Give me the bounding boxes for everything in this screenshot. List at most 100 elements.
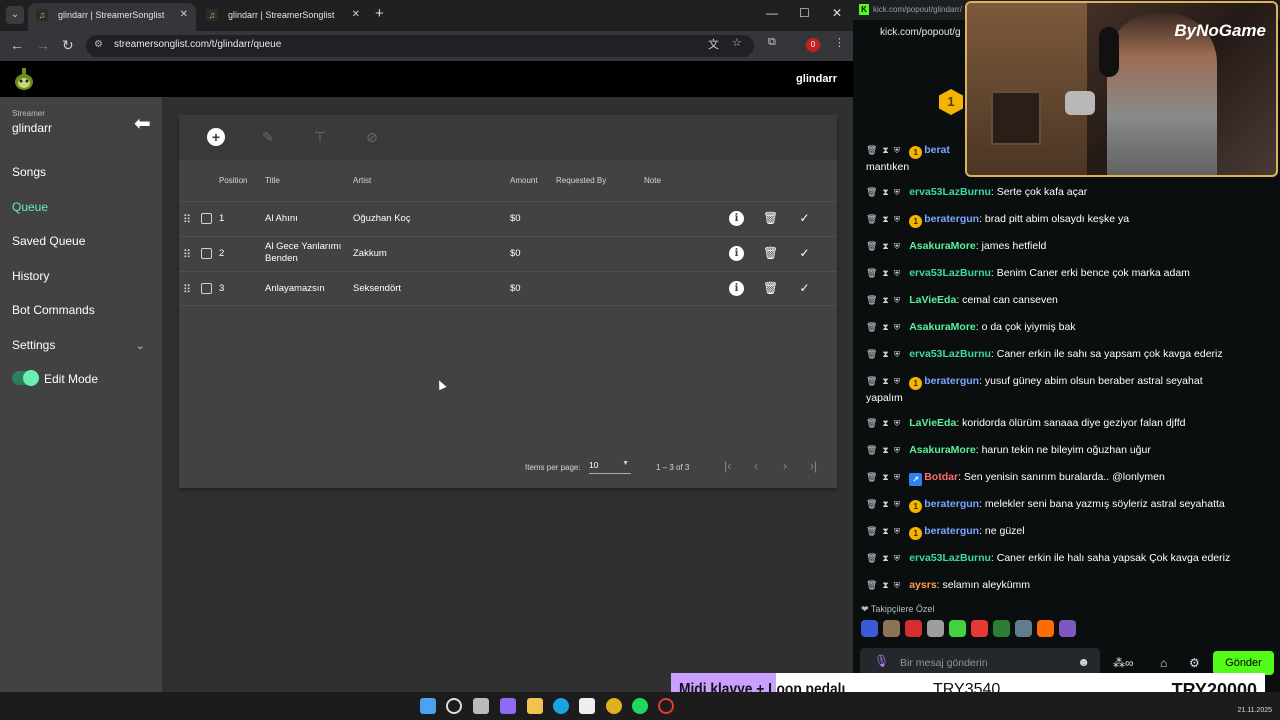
column-header-amount[interactable]: Amount [510,176,538,185]
chrome-icon[interactable] [606,698,622,714]
app-logo[interactable] [12,66,36,92]
table-row[interactable]: ⠿ 2 Al Gece Yanlarımı Benden Zakkum $0 i… [179,236,837,271]
row-checkbox[interactable] [201,248,212,259]
table-row[interactable]: ⠿ 1 Al Ahını Oğuzhan Koç $0 i 🗑 ✓ [179,201,837,236]
chat-username[interactable]: LaVieEda [909,294,956,306]
chat-username[interactable]: AsakuraMore [909,240,976,252]
mod-action-icons[interactable]: 🗑⧗⛨ [866,580,905,590]
chat-username[interactable]: erva53LazBurnu [909,552,991,564]
mod-action-icons[interactable]: 🗑⧗⛨ [866,349,905,359]
bookmark-star-icon[interactable]: ☆ [732,36,742,49]
sidebar-item-saved-queue[interactable]: Saved Queue [12,234,85,248]
chat-username[interactable]: beratergun [924,525,979,537]
sidebar-item-history[interactable]: History [12,269,49,283]
chat-username[interactable]: LaVieEda [909,417,956,429]
new-tab-button[interactable]: + [375,5,384,22]
block-icon[interactable]: ⊘ [363,128,381,146]
edge-icon[interactable] [553,698,569,714]
start-icon[interactable] [420,698,436,714]
info-icon[interactable]: i [729,246,744,261]
mod-action-icons[interactable]: 🗑⧗⛨ [866,499,905,509]
store-icon[interactable]: ⌂ [1160,656,1167,670]
column-header-title[interactable]: Title [265,176,280,185]
send-button[interactable]: Gönder [1213,651,1274,675]
info-icon[interactable]: i [729,281,744,296]
chat-username[interactable]: erva53LazBurnu [909,348,991,360]
delete-trash-icon[interactable]: 🗑 [763,246,778,261]
translate-icon[interactable]: 文 [708,36,719,52]
file-explorer-icon[interactable] [527,698,543,714]
chat-username[interactable]: erva53LazBurnu [909,267,991,279]
add-song-icon[interactable]: + [207,128,225,146]
first-page-icon[interactable]: |‹ [724,459,731,473]
store-app-icon[interactable] [579,698,595,714]
emote-icon[interactable] [949,620,966,637]
mark-played-check-icon[interactable]: ✓ [797,281,812,296]
info-icon[interactable]: i [729,211,744,226]
chat-url[interactable]: kick.com/popout/g [880,27,961,38]
task-view-icon[interactable] [473,698,489,714]
mod-action-icons[interactable]: 🗑⧗⛨ [866,445,905,455]
edit-mode-toggle[interactable] [12,370,39,386]
chevron-down-icon[interactable]: ⌄ [136,341,144,352]
column-header-artist[interactable]: Artist [353,176,371,185]
maximize-button[interactable]: ☐ [799,6,810,20]
mod-action-icons[interactable]: 🗑⧗⛨ [866,145,905,155]
tab-close-icon[interactable]: ✕ [352,3,360,27]
minimize-button[interactable]: — [766,6,778,20]
emote-icon[interactable] [1037,620,1054,637]
chat-username[interactable]: beratergun [924,375,979,387]
mark-played-check-icon[interactable]: ✓ [797,211,812,226]
tab-close-icon[interactable]: ✕ [180,3,188,27]
mod-action-icons[interactable]: 🗑⧗⛨ [866,241,905,251]
items-per-page-select[interactable]: 10 ▼ [589,460,631,474]
loyalty-icon[interactable]: ⁂∞ [1113,656,1134,670]
back-icon[interactable]: ← [10,37,24,53]
settings-gear-icon[interactable]: ⚙ [1189,656,1200,670]
emote-icon[interactable] [883,620,900,637]
mod-action-icons[interactable]: 🗑⧗⛨ [866,553,905,563]
user-menu[interactable]: glindarr [796,73,837,85]
chat-username[interactable]: Botdar [924,471,958,483]
copilot-icon[interactable] [500,698,516,714]
row-checkbox[interactable] [201,283,212,294]
drag-handle-icon[interactable]: ⠿ [183,213,191,226]
sidebar-item-queue[interactable]: Queue [12,200,48,214]
mod-action-icons[interactable]: 🗑⧗⛨ [866,268,905,278]
delete-trash-icon[interactable]: 🗑 [763,211,778,226]
table-row[interactable]: ⠿ 3 Anlayamazsın Seksendört $0 i 🗑 ✓ [179,271,837,306]
site-info-icon[interactable]: ⚙ [94,39,103,50]
chat-username[interactable]: erva53LazBurnu [909,186,991,198]
forward-icon[interactable]: → [36,37,50,53]
collapse-arrow-icon[interactable]: ⬅ [134,111,151,136]
chat-username[interactable]: aysrs [909,579,936,591]
sidebar-item-settings[interactable]: Settings [12,338,55,352]
chat-username[interactable]: AsakuraMore [909,444,976,456]
emoji-icon[interactable]: ☻ [1077,655,1090,669]
tab-active[interactable]: ♫ glindarr | StreamerSonglist ✕ [28,3,196,31]
delete-trash-icon[interactable]: 🗑 [763,281,778,296]
extension-badge[interactable]: 0 [806,38,820,52]
chat-username[interactable]: berat [924,144,950,156]
reload-icon[interactable]: ↻ [62,37,74,54]
url-field[interactable]: ⚙ streamersonglist.com/t/glindarr/queue [86,35,754,57]
chat-username[interactable]: AsakuraMore [909,321,976,333]
move-to-top-icon[interactable]: ⊤ [311,128,329,146]
prev-page-icon[interactable]: ‹ [754,459,758,473]
sidebar-item-bot-commands[interactable]: Bot Commands [12,303,95,317]
column-header-note[interactable]: Note [644,176,661,185]
extensions-icon[interactable]: ⧉ [768,36,776,49]
tab-search-button[interactable]: ⌄ [6,6,24,24]
mod-action-icons[interactable]: 🗑⧗⛨ [866,472,905,482]
search-icon[interactable] [446,698,462,714]
emote-icon[interactable] [861,620,878,637]
mark-played-check-icon[interactable]: ✓ [797,246,812,261]
emote-icon[interactable] [971,620,988,637]
drag-handle-icon[interactable]: ⠿ [183,248,191,261]
close-window-button[interactable]: ✕ [832,6,842,20]
emote-icon[interactable] [927,620,944,637]
column-header-requested-by[interactable]: Requested By [556,176,606,185]
mod-action-icons[interactable]: 🗑⧗⛨ [866,187,905,197]
opera-icon[interactable] [658,698,674,714]
mod-action-icons[interactable]: 🗑⧗⛨ [866,295,905,305]
